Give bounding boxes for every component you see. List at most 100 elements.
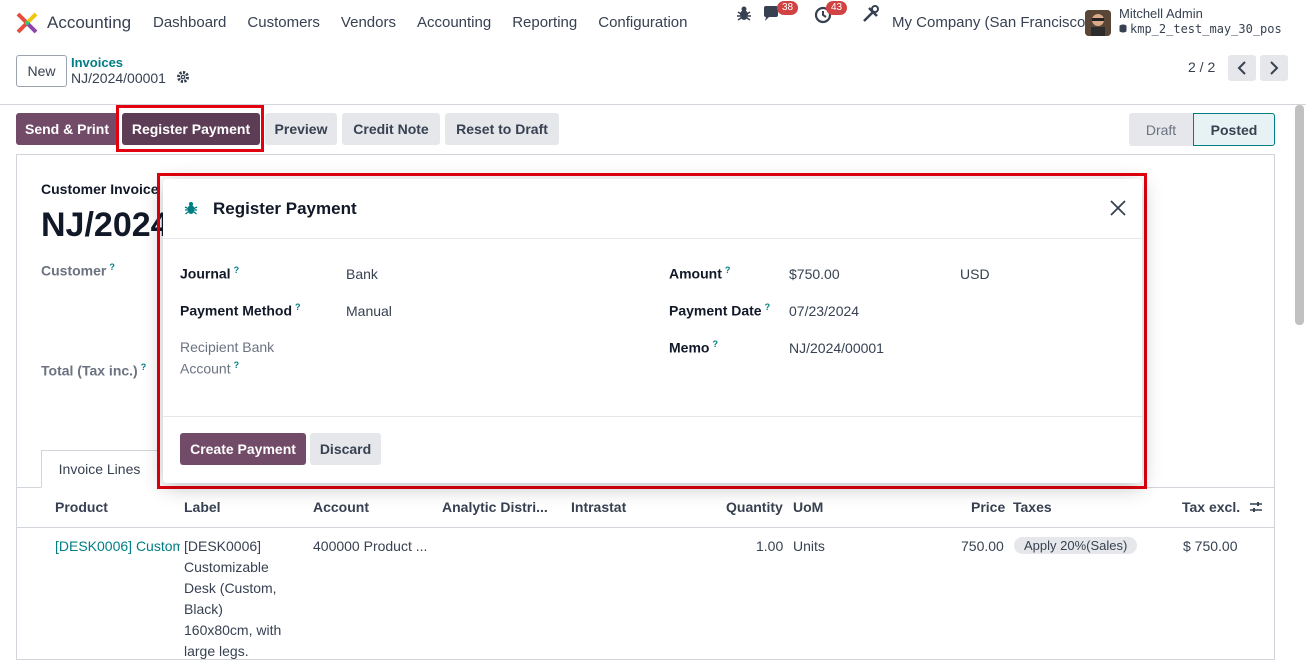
col-taxes[interactable]: Taxes — [1013, 499, 1052, 515]
status-bar: Draft Posted — [1129, 113, 1275, 146]
row-price: 750.00 — [961, 538, 1004, 554]
register-payment-dialog: Register Payment Journal? Bank Payment M… — [163, 179, 1142, 483]
amount-label-text: Amount — [669, 265, 722, 282]
modal-title: Register Payment — [213, 199, 357, 218]
menu-accounting[interactable]: Accounting — [417, 14, 491, 31]
total-label-text: Total (Tax inc.) — [41, 362, 138, 379]
payment-date-input[interactable]: 07/23/2024 — [789, 303, 859, 319]
row-label-line: large legs. — [184, 643, 249, 659]
gear-icon[interactable] — [176, 70, 190, 84]
row-label-line: Desk (Custom, — [184, 580, 277, 596]
recipient-bank-label: Recipient Bank — [180, 339, 275, 355]
row-account: 400000 Product ... — [313, 538, 428, 554]
pager-value[interactable]: 2 / 2 — [1188, 59, 1215, 75]
debug-bug-icon[interactable] — [734, 4, 754, 24]
col-uom[interactable]: UoM — [793, 499, 823, 515]
modal-footer: Create Payment Discard — [163, 416, 1142, 483]
customer-label-text: Customer — [41, 262, 107, 279]
reset-to-draft-button[interactable]: Reset to Draft — [445, 113, 559, 145]
journal-label-text: Journal — [180, 265, 231, 282]
tab-invoice-lines[interactable]: Invoice Lines — [41, 450, 158, 488]
database-name: kmp_2_test_may_30_pos — [1119, 22, 1282, 36]
col-analytic[interactable]: Analytic Distri... — [442, 499, 548, 515]
company-switcher[interactable]: My Company (San Francisco) — [892, 14, 1090, 31]
new-button[interactable]: New — [16, 55, 67, 87]
tools-icon[interactable] — [861, 4, 881, 24]
amount-label: Amount? — [669, 265, 730, 282]
col-tax-excl[interactable]: Tax excl. — [1182, 499, 1240, 515]
row-tax-excl: $ 750.00 — [1183, 538, 1238, 554]
col-label[interactable]: Label — [184, 499, 221, 515]
discard-button[interactable]: Discard — [310, 433, 381, 465]
credit-note-button[interactable]: Credit Note — [342, 113, 440, 145]
amount-input[interactable]: $750.00 — [789, 266, 840, 282]
recipient-account-label: Account? — [180, 360, 239, 377]
chevron-right-icon — [1270, 61, 1279, 75]
help-icon[interactable]: ? — [765, 302, 771, 312]
close-icon[interactable] — [1109, 199, 1127, 217]
user-name[interactable]: Mitchell Admin — [1119, 6, 1203, 21]
payment-date-label: Payment Date? — [669, 302, 770, 319]
debug-bug-icon[interactable] — [184, 200, 198, 216]
journal-label: Journal? — [180, 265, 239, 282]
main-menu: Dashboard Customers Vendors Accounting R… — [153, 14, 708, 31]
memo-label: Memo? — [669, 339, 718, 356]
journal-field[interactable]: Bank — [346, 266, 378, 282]
preview-button[interactable]: Preview — [265, 113, 337, 145]
menu-customers[interactable]: Customers — [247, 14, 320, 31]
breadcrumb-invoices[interactable]: Invoices — [71, 55, 123, 70]
help-icon[interactable]: ? — [725, 265, 731, 275]
invoice-number: NJ/2024 — [41, 206, 170, 244]
table-header-divider — [16, 527, 1275, 528]
pager-previous-button[interactable] — [1228, 55, 1256, 81]
database-icon — [1119, 24, 1127, 33]
row-uom: Units — [793, 538, 825, 554]
menu-vendors[interactable]: Vendors — [341, 14, 396, 31]
col-price[interactable]: Price — [971, 499, 1005, 515]
col-quantity[interactable]: Quantity — [726, 499, 783, 515]
register-payment-highlight — [116, 105, 264, 152]
total-label: Total (Tax inc.)? — [41, 362, 146, 379]
help-icon[interactable]: ? — [141, 362, 147, 372]
optional-columns-icon[interactable] — [1249, 500, 1263, 514]
recipient-account-label-text: Account — [180, 360, 231, 377]
help-icon[interactable]: ? — [712, 339, 718, 349]
create-payment-button[interactable]: Create Payment — [180, 433, 306, 465]
breadcrumb-current: NJ/2024/00001 — [71, 70, 166, 86]
customer-label: Customer? — [41, 262, 115, 279]
menu-dashboard[interactable]: Dashboard — [153, 14, 226, 31]
payment-date-label-text: Payment Date — [669, 302, 762, 319]
payment-method-label: Payment Method? — [180, 302, 301, 319]
row-label-line: Customizable — [184, 559, 269, 575]
top-navbar: Accounting Dashboard Customers Vendors A… — [0, 0, 1306, 46]
page-scrollbar[interactable] — [1295, 105, 1304, 325]
menu-reporting[interactable]: Reporting — [512, 14, 577, 31]
accounting-app-icon[interactable] — [16, 12, 38, 34]
col-product[interactable]: Product — [55, 499, 108, 515]
menu-configuration[interactable]: Configuration — [598, 14, 687, 31]
col-account[interactable]: Account — [313, 499, 369, 515]
row-label-line: [DESK0006] — [184, 538, 262, 554]
help-icon[interactable]: ? — [109, 262, 115, 272]
row-product[interactable]: [DESK0006] Custom — [55, 538, 180, 554]
row-label-line: Black) — [184, 601, 223, 617]
memo-input[interactable]: NJ/2024/00001 — [789, 340, 884, 356]
payment-method-field[interactable]: Manual — [346, 303, 392, 319]
database-name-text: kmp_2_test_may_30_pos — [1130, 22, 1282, 36]
col-intrastat[interactable]: Intrastat — [571, 499, 626, 515]
help-icon[interactable]: ? — [234, 360, 240, 370]
row-label-line: 160x80cm, with — [184, 622, 282, 638]
memo-label-text: Memo — [669, 339, 710, 356]
app-name[interactable]: Accounting — [47, 13, 131, 33]
chat-badge: 38 — [777, 1, 799, 15]
help-icon[interactable]: ? — [234, 265, 240, 275]
currency-field[interactable]: USD — [960, 266, 990, 282]
status-posted[interactable]: Posted — [1193, 113, 1275, 146]
pager-next-button[interactable] — [1260, 55, 1288, 81]
modal-header: Register Payment — [163, 179, 1142, 239]
row-tax-tag: Apply 20%(Sales) — [1014, 537, 1138, 554]
send-print-button[interactable]: Send & Print — [16, 113, 118, 145]
user-avatar[interactable] — [1085, 10, 1111, 36]
status-draft[interactable]: Draft — [1129, 113, 1193, 146]
help-icon[interactable]: ? — [295, 302, 301, 312]
